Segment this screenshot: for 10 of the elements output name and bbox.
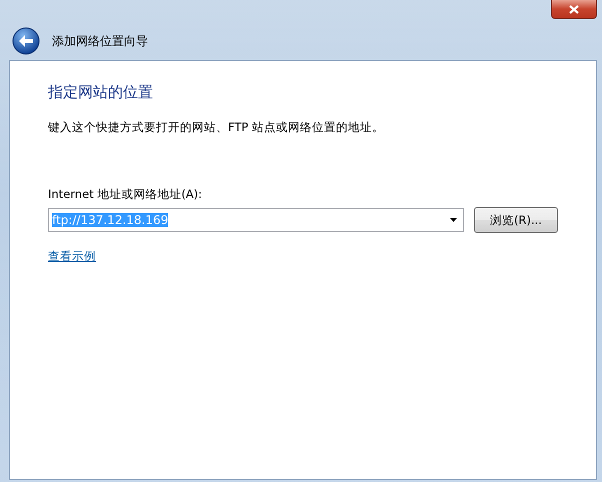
dropdown-caret-icon [450,218,457,222]
address-label: Internet 地址或网络地址(A): [48,187,204,202]
window-title: 添加网络位置向导 [52,32,148,50]
back-button[interactable] [12,27,40,55]
example-link[interactable]: 查看示例 [48,249,96,264]
page-heading: 指定网站的位置 [48,83,154,102]
browse-button[interactable]: 浏览(R)... [474,207,558,233]
close-button[interactable] [551,0,597,19]
description-text: 键入这个快捷方式要打开的网站、FTP 站点或网络位置的地址。 [48,120,386,135]
close-icon [569,4,579,14]
